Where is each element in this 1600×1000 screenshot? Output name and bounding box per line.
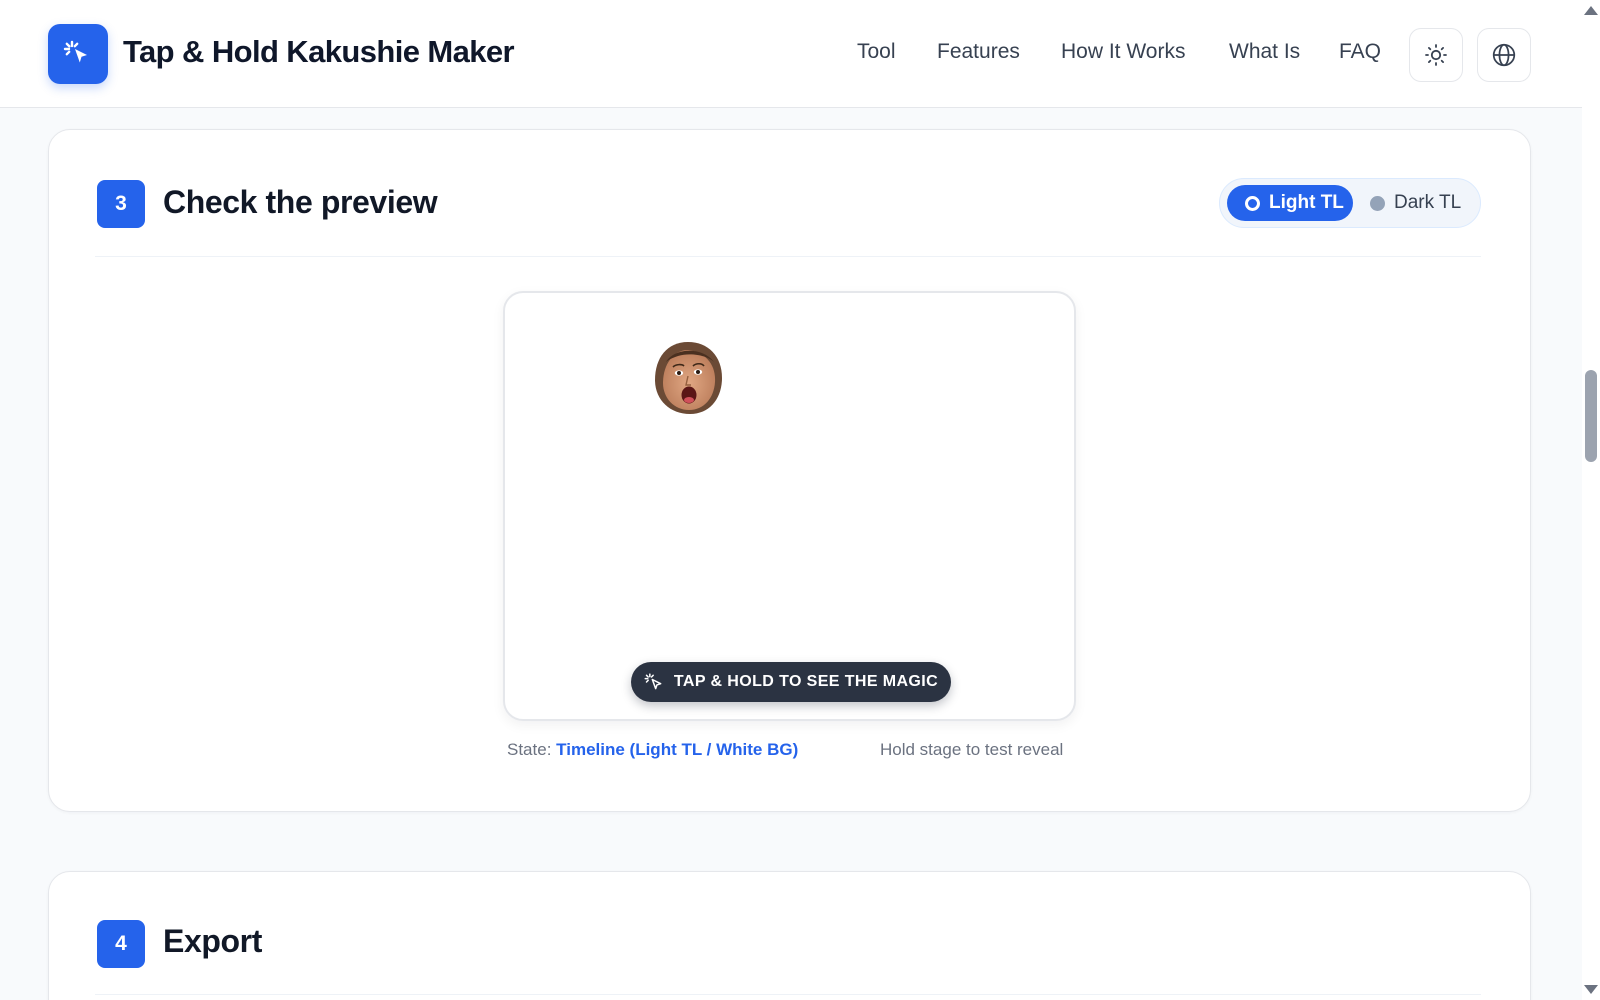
step-4-title: Export: [163, 923, 262, 959]
tap-cursor-icon: [644, 673, 662, 690]
step-4-card: [48, 871, 1531, 1000]
preview-state: State: Timeline (Light TL / White BG): [507, 740, 798, 760]
nav-faq[interactable]: FAQ: [1339, 40, 1381, 64]
dark-tl-option[interactable]: Dark TL: [1362, 185, 1474, 221]
tap-hold-cta-label: TAP & HOLD TO SEE THE MAGIC: [673, 673, 939, 690]
theme-toggle-button[interactable]: [1409, 28, 1463, 82]
tap-sparkle-cursor-icon: [63, 40, 87, 63]
sun-icon: [1425, 44, 1447, 66]
brand-title[interactable]: Tap & Hold Kakushie Maker: [123, 34, 515, 70]
step-3-divider: [95, 256, 1481, 257]
nav-how-it-works[interactable]: How It Works: [1061, 40, 1185, 64]
dark-tl-label: Dark TL: [1394, 192, 1462, 213]
scroll-up-arrow-icon[interactable]: [1584, 6, 1598, 15]
nav-what-is[interactable]: What Is: [1229, 40, 1300, 64]
page-scrollbar[interactable]: [1582, 0, 1600, 1000]
light-tl-label: Light TL: [1269, 192, 1344, 213]
language-button[interactable]: [1477, 28, 1531, 82]
step-4-badge: 4: [97, 920, 145, 968]
step-3-title: Check the preview: [163, 184, 438, 220]
preview-stage[interactable]: TAP & HOLD TO SEE THE MAGIC: [503, 291, 1076, 721]
state-label: State:: [507, 740, 552, 759]
step-3-badge: 3: [97, 180, 145, 228]
app-logo[interactable]: [48, 24, 108, 84]
page: Tap & Hold Kakushie Maker Tool Features …: [0, 0, 1600, 1000]
timeline-theme-toggle: Light TL Dark TL: [1219, 178, 1481, 228]
globe-icon: [1492, 43, 1516, 67]
scroll-down-arrow-icon[interactable]: [1584, 985, 1598, 994]
light-tl-option[interactable]: Light TL: [1227, 185, 1353, 221]
site-header: Tap & Hold Kakushie Maker Tool Features …: [0, 0, 1582, 108]
state-value: Timeline (Light TL / White BG): [556, 740, 799, 759]
nav-features[interactable]: Features: [937, 40, 1020, 64]
selected-radio-icon: [1245, 195, 1260, 211]
nav-tool[interactable]: Tool: [857, 40, 896, 64]
unselected-dot-icon: [1370, 195, 1385, 211]
surprised-face-sticker: [655, 342, 722, 414]
scrollbar-thumb[interactable]: [1585, 370, 1597, 462]
preview-hint: Hold stage to test reveal: [880, 740, 1064, 759]
step-4-divider: [95, 994, 1481, 995]
tap-hold-cta[interactable]: TAP & HOLD TO SEE THE MAGIC: [631, 662, 951, 702]
